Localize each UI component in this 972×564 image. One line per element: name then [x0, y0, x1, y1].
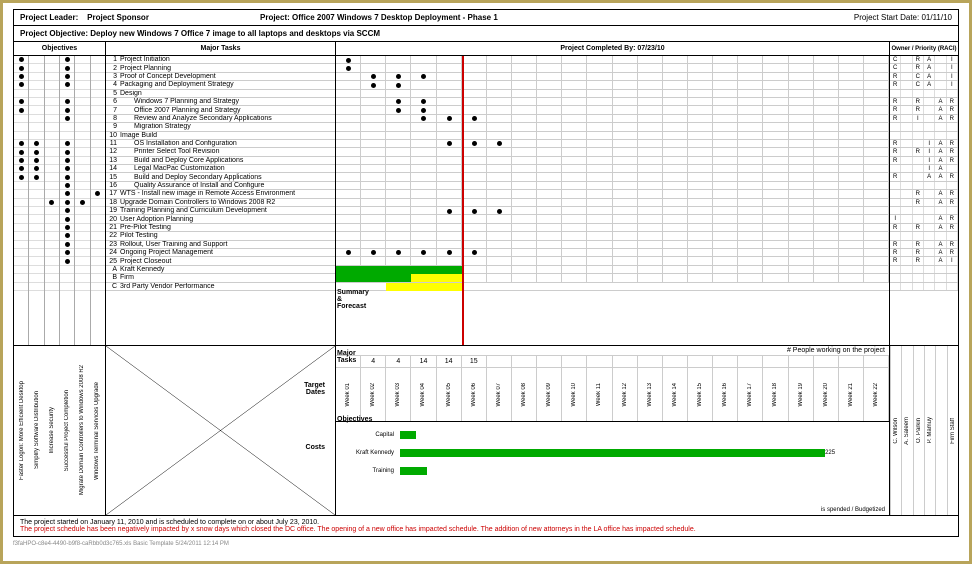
task-row: 2Project Planning	[106, 64, 335, 72]
objective-text: Deploy new Windows 7 Office 7 image to a…	[90, 29, 380, 38]
raci-section: Owner / Priority (RACI) CRAICRAIRCAIRCAI…	[890, 42, 958, 345]
task-row: 25Project Closeout	[106, 257, 335, 265]
task-row: 1Project Initiation	[106, 56, 335, 64]
today-line	[462, 56, 464, 345]
task-row: 15Build and Deploy Secondary Application…	[106, 173, 335, 181]
lbl-costs: Costs	[306, 444, 325, 451]
start-label: Project Start Date:	[854, 13, 919, 22]
task-row: 18Upgrade Domain Controllers to Windows …	[106, 199, 335, 207]
project-name: Office 2007 Windows 7 Desktop Deployment…	[292, 13, 498, 22]
task-row: 5Design	[106, 90, 335, 98]
leader-label: Project Leader:	[20, 13, 78, 22]
objective-names: Faster Logon: More Efficient DesktopSimp…	[14, 346, 106, 515]
task-row: 16Quality Assurance of Install and Confi…	[106, 182, 335, 190]
costs-chart: CapitalKraft Kennedy 225Trainingis spend…	[336, 422, 889, 515]
completed-date: 07/23/10	[637, 45, 664, 52]
tasks-section: Major Tasks 1Project Initiation2Project …	[106, 42, 336, 345]
task-row: 17WTS - Install new image in Remote Acce…	[106, 190, 335, 198]
week-row: Week 01Week 02Week 03Week 04Week 05Week …	[336, 368, 889, 422]
note-line-2: The project schedule has been negatively…	[20, 526, 952, 533]
sponsor-label: Project Sponsor	[87, 13, 149, 22]
vendor-row: AKraft Kennedy	[106, 266, 335, 274]
project-title-block: Project: Office 2007 Windows 7 Desktop D…	[220, 13, 792, 22]
task-row: 24Ongoing Project Management	[106, 249, 335, 257]
task-row: 11OS Installation and Configuration	[106, 140, 335, 148]
start-date-block: Project Start Date: 01/11/10	[792, 13, 952, 22]
people-row: 44141415	[336, 356, 889, 368]
task-row: 14Legal MacPac Customization	[106, 165, 335, 173]
project-label: Project:	[260, 13, 290, 22]
task-row: 9Migration Strategy	[106, 123, 335, 131]
gantt-rows	[336, 56, 889, 291]
task-row: 19Training Planning and Curriculum Devel…	[106, 207, 335, 215]
note-line-1: The project started on January 11, 2010 …	[20, 519, 952, 526]
leader-block: Project Leader: Project Sponsor	[20, 13, 220, 22]
task-row: 6Windows 7 Planning and Strategy	[106, 98, 335, 106]
lbl-target-dates: Target Dates	[304, 382, 325, 396]
objectives-section: Objectives	[14, 42, 106, 345]
header-row-1: Project Leader: Project Sponsor Project:…	[14, 10, 958, 26]
footer-filename: f3faHPO-c8e4-4490-b9f8-caRbb0d3c765.xls …	[13, 537, 959, 547]
tasks-header: Major Tasks	[106, 42, 335, 56]
task-row: 8Review and Analyze Secondary Applicatio…	[106, 115, 335, 123]
task-row: 7Office 2007 Planning and Strategy	[106, 106, 335, 114]
main-grid: Objectives Major Tasks 1Project Initiati…	[14, 42, 958, 345]
task-list: 1Project Initiation2Project Planning3Pro…	[106, 56, 335, 291]
objectives-grid	[14, 56, 105, 345]
task-row: 3Proof of Concept Development	[106, 73, 335, 81]
task-row: 20User Adoption Planning	[106, 215, 335, 223]
completed-label: Project Completed By:	[560, 45, 635, 52]
task-row: 22Pilot Testing	[106, 232, 335, 240]
task-row: 13Build and Deploy Core Applications	[106, 157, 335, 165]
gantt-body	[336, 56, 889, 345]
lower-gantt: # People working on the project 44141415…	[336, 346, 890, 515]
raci-list: CRAICRAIRCAIRCAIRRARRRARRIARRIARRRIARRIA…	[890, 56, 958, 291]
objectives-header: Objectives	[14, 42, 105, 56]
notes-section: The project started on January 11, 2010 …	[14, 515, 958, 536]
start-date: 01/11/10	[921, 13, 952, 22]
task-row: 4Packaging and Deployment Strategy	[106, 81, 335, 89]
owner-names: C. WilsonA. SaleemO. ParkinP. MamuyFirm …	[890, 346, 958, 515]
raci-header: Owner / Priority (RACI)	[890, 42, 958, 56]
task-row: 10Image Build	[106, 132, 335, 140]
people-label: # People working on the project	[336, 346, 889, 356]
project-sheet: Project Leader: Project Sponsor Project:…	[13, 9, 959, 537]
gantt-header: Project Completed By: 07/23/10	[336, 42, 889, 56]
gantt-section: Project Completed By: 07/23/10	[336, 42, 890, 345]
lower-section: Faster Logon: More Efficient DesktopSimp…	[14, 345, 958, 515]
diagonal-lines	[106, 346, 335, 515]
objective-label: Project Objective:	[20, 29, 88, 38]
vendor-row: BFirm	[106, 274, 335, 282]
header-row-2: Project Objective: Deploy new Windows 7 …	[14, 26, 958, 42]
lower-mid: Major Tasks Target Dates Objectives Cost…	[106, 346, 336, 515]
task-row: 23Rollout, User Training and Support	[106, 241, 335, 249]
task-row: 21Pre-Pilot Testing	[106, 224, 335, 232]
task-row: 12Printer Select Tool Revision	[106, 148, 335, 156]
vendor-row: C3rd Party Vendor Performance	[106, 283, 335, 291]
page-frame: Project Leader: Project Sponsor Project:…	[0, 0, 972, 564]
